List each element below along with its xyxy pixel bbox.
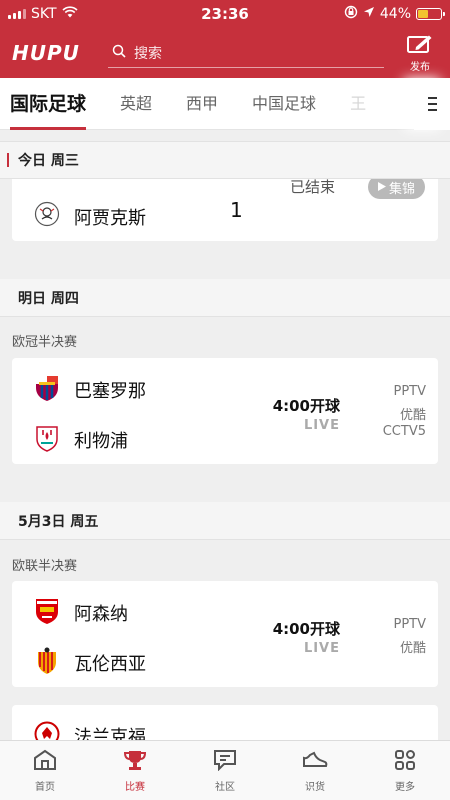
nav-more[interactable]: 更多 bbox=[360, 741, 450, 800]
home-icon bbox=[33, 749, 57, 774]
day-header-label: 5月3日 周五 bbox=[18, 513, 99, 530]
channel: 优酷 bbox=[399, 408, 426, 423]
grid-icon bbox=[394, 749, 416, 774]
category-tabs: 国际足球 英超 西甲 中国足球 王 bbox=[0, 78, 450, 130]
orientation-lock-icon bbox=[344, 5, 358, 23]
channel: PPTV bbox=[393, 384, 426, 399]
publish-label: 发布 bbox=[410, 61, 430, 73]
nav-label: 更多 bbox=[395, 781, 415, 793]
search-placeholder: 搜索 bbox=[134, 45, 162, 62]
live-label[interactable]: LIVE bbox=[304, 418, 340, 433]
tab-international-football[interactable]: 国际足球 bbox=[10, 78, 87, 130]
play-icon bbox=[378, 180, 386, 195]
app-logo: HUPU bbox=[12, 41, 80, 65]
day-header-label: 明日 周四 bbox=[18, 290, 79, 307]
team-name: 法兰克福 bbox=[74, 727, 146, 740]
tab-chinese-football[interactable]: 中国足球 bbox=[252, 78, 316, 130]
nav-label: 社区 bbox=[215, 781, 235, 793]
day-header-tomorrow: 明日 周四 bbox=[0, 279, 450, 317]
arsenal-crest-icon bbox=[34, 598, 60, 624]
match-card-uel[interactable]: 阿森纳 瓦伦西亚 4:00开球 LIVE PPTV 优酷 bbox=[12, 581, 438, 687]
bottom-nav: 首页 比赛 社区 识货 更多 bbox=[0, 740, 450, 800]
status-bar: SKT 23:36 44% bbox=[0, 0, 450, 28]
carrier-name: SKT bbox=[31, 6, 57, 22]
sneaker-icon bbox=[302, 749, 328, 774]
highlights-label: 集锦 bbox=[389, 181, 416, 197]
match-card-next[interactable]: 法兰克福 bbox=[12, 705, 438, 740]
match-list[interactable]: 今日 周三 阿贾克斯 1 已结束 集锦 明日 周四 欧冠半决赛 巴塞罗那 利物浦… bbox=[0, 131, 450, 740]
chat-icon bbox=[213, 749, 237, 774]
section-marker bbox=[7, 153, 9, 167]
tabs-menu-button[interactable] bbox=[414, 78, 450, 130]
valencia-crest-icon bbox=[34, 647, 60, 674]
wifi-icon bbox=[61, 6, 78, 22]
nav-community[interactable]: 社区 bbox=[180, 741, 270, 800]
search-icon bbox=[112, 44, 126, 62]
day-header-may3: 5月3日 周五 bbox=[0, 502, 450, 540]
frankfurt-crest-icon bbox=[34, 721, 60, 740]
menu-icon bbox=[427, 97, 437, 111]
signal-icon bbox=[8, 9, 26, 19]
team-name: 瓦伦西亚 bbox=[74, 654, 146, 675]
edit-icon bbox=[407, 34, 433, 57]
team-name: 阿森纳 bbox=[74, 604, 128, 625]
publish-button[interactable]: 发布 bbox=[402, 34, 438, 73]
competition-label: 欧联半决赛 bbox=[12, 559, 78, 574]
barcelona-crest-icon bbox=[34, 375, 60, 401]
trophy-icon bbox=[123, 749, 147, 774]
match-card-ucl[interactable]: 巴塞罗那 利物浦 4:00开球 LIVE PPTV 优酷 CCTV5 bbox=[12, 358, 438, 464]
match-status: 已结束 bbox=[290, 178, 336, 196]
kickoff-time: 4:00开球 bbox=[272, 397, 340, 415]
kickoff-time: 4:00开球 bbox=[272, 620, 340, 638]
team-score: 1 bbox=[230, 198, 243, 222]
tab-more-partial[interactable]: 王 bbox=[350, 78, 366, 130]
competition-label: 欧冠半决赛 bbox=[12, 335, 78, 350]
nav-home[interactable]: 首页 bbox=[0, 741, 90, 800]
liverpool-crest-icon bbox=[34, 425, 60, 452]
team-name: 阿贾克斯 bbox=[74, 208, 146, 229]
sticky-day-header: 今日 周三 bbox=[0, 141, 450, 179]
search-input[interactable]: 搜索 bbox=[108, 38, 384, 68]
nav-label: 识货 bbox=[305, 781, 325, 793]
ajax-crest-icon bbox=[34, 201, 60, 227]
nav-label: 比赛 bbox=[125, 781, 145, 793]
channel: PPTV bbox=[393, 617, 426, 632]
battery-icon bbox=[416, 8, 445, 20]
nav-matches[interactable]: 比赛 bbox=[90, 741, 180, 800]
tab-la-liga[interactable]: 西甲 bbox=[186, 78, 218, 130]
app-header: HUPU 搜索 发布 bbox=[0, 28, 450, 78]
battery-percent: 44% bbox=[379, 6, 411, 22]
nav-label: 首页 bbox=[35, 781, 55, 793]
location-icon bbox=[363, 6, 375, 22]
day-header-label: 今日 周三 bbox=[18, 153, 79, 169]
team-name: 利物浦 bbox=[74, 431, 128, 452]
live-label[interactable]: LIVE bbox=[304, 641, 340, 656]
channel: CCTV5 bbox=[382, 424, 426, 439]
nav-shihuo[interactable]: 识货 bbox=[270, 741, 360, 800]
channel: 优酷 bbox=[399, 641, 426, 656]
team-name: 巴塞罗那 bbox=[74, 381, 146, 402]
tab-premier-league[interactable]: 英超 bbox=[120, 78, 152, 130]
